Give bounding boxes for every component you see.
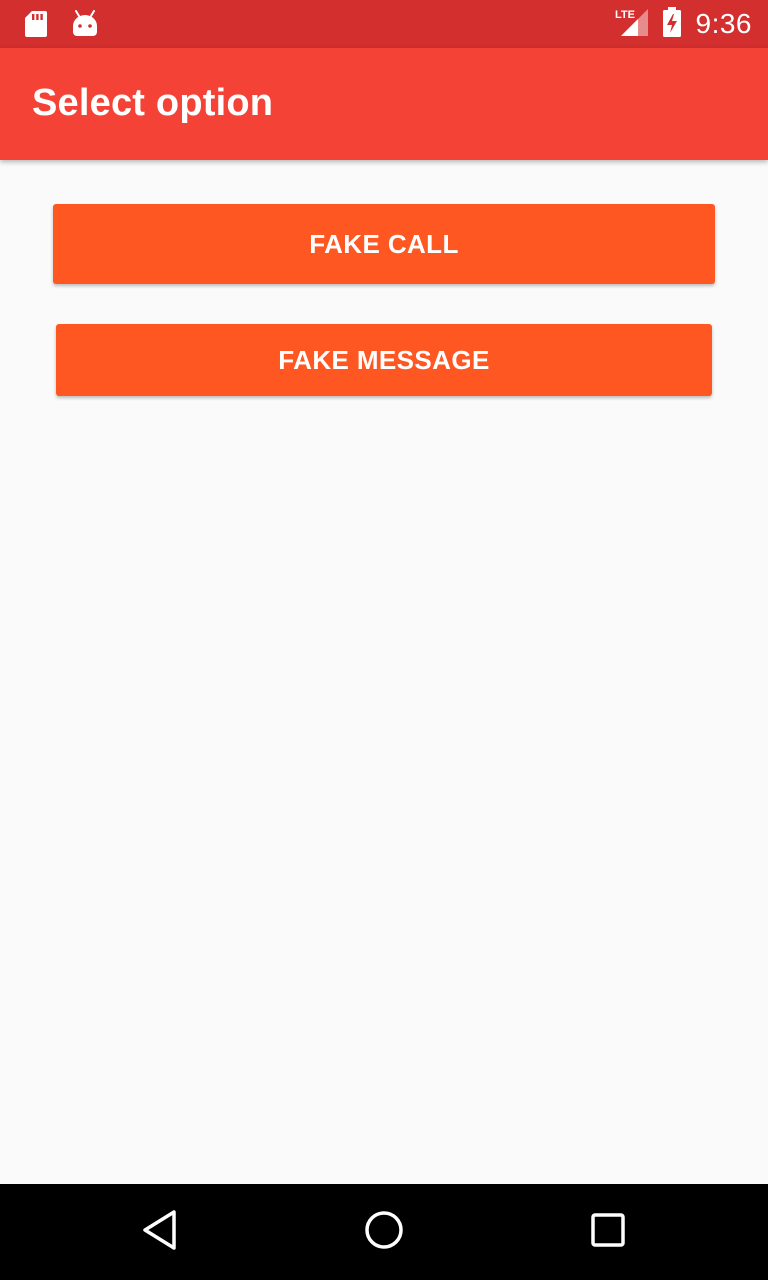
- status-time: 9:36: [695, 8, 752, 39]
- main-content: FAKE CALL FAKE MESSAGE: [0, 160, 768, 1184]
- app-bar: Select option: [0, 48, 768, 160]
- fake-call-button[interactable]: FAKE CALL: [53, 204, 715, 284]
- status-bar: LTE 9:36: [0, 0, 768, 48]
- status-left-icons: [24, 10, 122, 43]
- network-label: LTE: [615, 9, 635, 21]
- lte-signal-icon: LTE: [614, 7, 650, 42]
- battery-charging-icon: [662, 6, 682, 42]
- back-button[interactable]: [136, 1208, 184, 1256]
- status-right-icons: LTE 9:36: [602, 0, 753, 48]
- navigation-bar: [0, 1184, 768, 1280]
- fake-message-button[interactable]: FAKE MESSAGE: [56, 324, 712, 396]
- android-icon: [72, 10, 98, 43]
- recents-icon: [590, 1212, 626, 1253]
- back-icon: [140, 1209, 180, 1256]
- home-button[interactable]: [360, 1208, 408, 1256]
- recents-button[interactable]: [584, 1208, 632, 1256]
- screen: LTE 9:36 Select option FAKE CALL FAKE ME…: [0, 0, 768, 1280]
- sd-card-icon: [24, 10, 48, 43]
- home-icon: [363, 1209, 405, 1256]
- page-title: Select option: [32, 82, 274, 124]
